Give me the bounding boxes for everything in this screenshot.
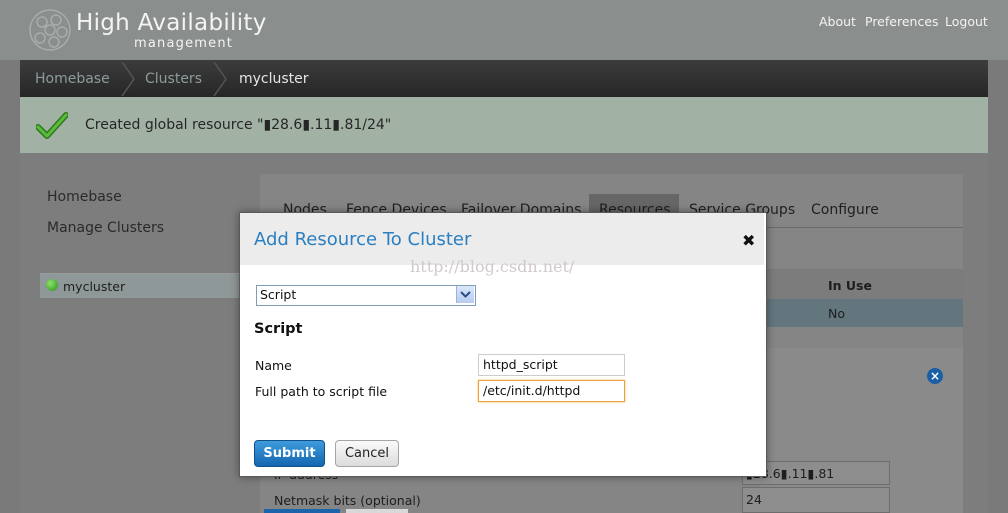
name-input[interactable]: httpd_script <box>478 354 625 376</box>
breadcrumb-homebase[interactable]: Homebase <box>35 71 110 87</box>
checkmark-icon <box>36 112 68 139</box>
dialog-title: Add Resource To Cluster <box>254 229 472 250</box>
status-online-icon <box>46 279 58 291</box>
cluster-name: mycluster <box>63 279 126 294</box>
nav-homebase[interactable]: Homebase <box>47 189 122 205</box>
preferences-link[interactable]: Preferences <box>865 14 939 29</box>
breadcrumb-separator-icon <box>121 62 135 96</box>
close-dialog-icon[interactable]: ✖ <box>742 231 755 250</box>
background-submit-button[interactable] <box>264 509 340 513</box>
brand-title: High Availability <box>76 10 267 36</box>
in-use-value: No <box>828 306 845 321</box>
script-path-input[interactable]: /etc/init.d/httpd <box>478 380 625 402</box>
section-title: Script <box>254 321 303 337</box>
resource-type-value: Script <box>260 287 297 302</box>
submit-button[interactable]: Submit <box>254 440 325 467</box>
watermark-text: http://blog.csdn.net/ <box>410 257 575 276</box>
about-link[interactable]: About <box>819 14 856 29</box>
logo-icon <box>29 9 71 51</box>
netmask-field[interactable] <box>742 487 890 513</box>
close-panel-icon[interactable]: × <box>927 368 943 384</box>
tab-configure[interactable]: Configure <box>811 196 879 226</box>
chevron-down-icon[interactable] <box>456 286 474 303</box>
netmask-label: Netmask bits (optional) <box>274 493 421 508</box>
nav-manage-clusters[interactable]: Manage Clusters <box>47 220 164 236</box>
brand-subtitle: management <box>134 36 234 51</box>
notice-text: Created global resource "▮28.6▮.11▮.81/2… <box>85 117 392 133</box>
breadcrumb-separator-icon <box>213 62 227 96</box>
name-label: Name <box>255 358 292 373</box>
netmask-value: 24 <box>746 492 762 507</box>
breadcrumb-current: mycluster <box>239 71 309 87</box>
logout-link[interactable]: Logout <box>945 14 988 29</box>
in-use-column-header: In Use <box>828 278 872 293</box>
cancel-button[interactable]: Cancel <box>335 440 399 467</box>
background-cancel-button[interactable] <box>346 509 408 513</box>
script-path-label: Full path to script file <box>255 384 388 399</box>
breadcrumb-clusters[interactable]: Clusters <box>145 71 202 87</box>
